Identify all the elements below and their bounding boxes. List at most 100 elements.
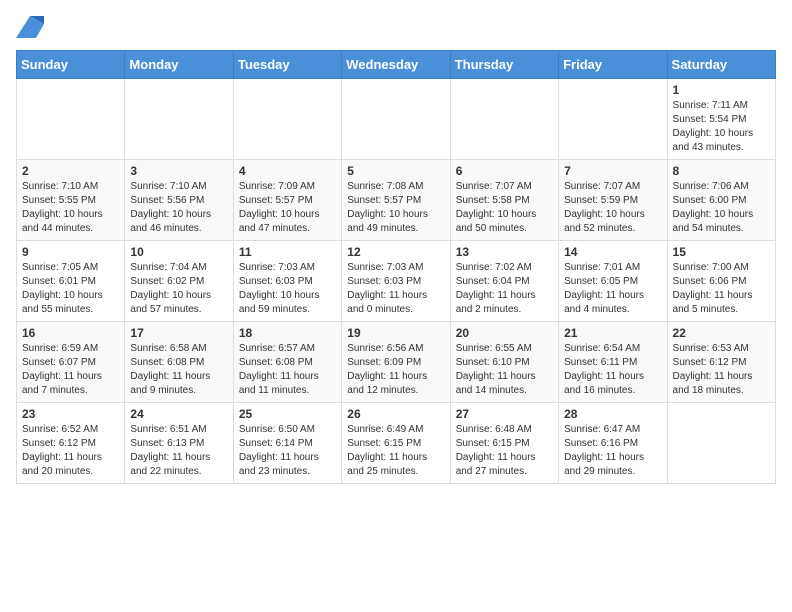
day-number: 27 <box>456 407 553 421</box>
day-info: Sunrise: 7:00 AM Sunset: 6:06 PM Dayligh… <box>673 261 770 317</box>
day-info: Sunrise: 7:11 AM Sunset: 5:54 PM Dayligh… <box>673 99 770 155</box>
day-info: Sunrise: 7:10 AM Sunset: 5:55 PM Dayligh… <box>22 180 119 236</box>
calendar-week-5: 23 Sunrise: 6:52 AM Sunset: 6:12 PM Dayli… <box>17 403 776 484</box>
logo <box>16 16 48 38</box>
day-number: 7 <box>564 164 661 178</box>
calendar-cell: 8 Sunrise: 7:06 AM Sunset: 6:00 PM Daylig… <box>667 160 775 241</box>
day-info: Sunrise: 6:48 AM Sunset: 6:15 PM Dayligh… <box>456 423 553 479</box>
day-number: 23 <box>22 407 119 421</box>
day-info: Sunrise: 7:03 AM Sunset: 6:03 PM Dayligh… <box>239 261 336 317</box>
calendar-cell: 16Sunrise: 6:59 AM Sunset: 6:07 PM Dayli… <box>17 322 125 403</box>
page-header <box>16 16 776 38</box>
calendar-cell <box>342 79 450 160</box>
calendar-cell: 2 Sunrise: 7:10 AM Sunset: 5:55 PM Daylig… <box>17 160 125 241</box>
calendar-cell <box>559 79 667 160</box>
day-number: 13 <box>456 245 553 259</box>
day-number: 20 <box>456 326 553 340</box>
calendar-cell: 15 Sunrise: 7:00 AM Sunset: 6:06 PM Dayli… <box>667 241 775 322</box>
day-info: Sunrise: 7:07 AM Sunset: 5:59 PM Dayligh… <box>564 180 661 236</box>
day-number: 22 <box>673 326 770 340</box>
calendar-week-2: 2 Sunrise: 7:10 AM Sunset: 5:55 PM Daylig… <box>17 160 776 241</box>
calendar-cell <box>17 79 125 160</box>
calendar-week-4: 16Sunrise: 6:59 AM Sunset: 6:07 PM Dayli… <box>17 322 776 403</box>
day-info: Sunrise: 7:01 AM Sunset: 6:05 PM Dayligh… <box>564 261 661 317</box>
day-number: 2 <box>22 164 119 178</box>
logo-icon <box>16 16 44 38</box>
day-number: 3 <box>130 164 227 178</box>
calendar-cell: 26 Sunrise: 6:49 AM Sunset: 6:15 PM Dayli… <box>342 403 450 484</box>
day-info: Sunrise: 6:49 AM Sunset: 6:15 PM Dayligh… <box>347 423 444 479</box>
day-info: Sunrise: 6:51 AM Sunset: 6:13 PM Dayligh… <box>130 423 227 479</box>
day-info: Sunrise: 7:03 AM Sunset: 6:03 PM Dayligh… <box>347 261 444 317</box>
calendar-cell: 24 Sunrise: 6:51 AM Sunset: 6:13 PM Dayli… <box>125 403 233 484</box>
calendar-cell: 20 Sunrise: 6:55 AM Sunset: 6:10 PM Dayli… <box>450 322 558 403</box>
day-number: 25 <box>239 407 336 421</box>
day-info: Sunrise: 6:59 AM Sunset: 6:07 PM Dayligh… <box>22 342 119 398</box>
calendar-cell: 4 Sunrise: 7:09 AM Sunset: 5:57 PM Daylig… <box>233 160 341 241</box>
calendar-week-3: 9 Sunrise: 7:05 AM Sunset: 6:01 PM Daylig… <box>17 241 776 322</box>
calendar-cell: 6 Sunrise: 7:07 AM Sunset: 5:58 PM Daylig… <box>450 160 558 241</box>
day-number: 11 <box>239 245 336 259</box>
day-info: Sunrise: 6:52 AM Sunset: 6:12 PM Dayligh… <box>22 423 119 479</box>
weekday-header-tuesday: Tuesday <box>233 51 341 79</box>
calendar-cell: 5Sunrise: 7:08 AM Sunset: 5:57 PM Daylig… <box>342 160 450 241</box>
day-number: 9 <box>22 245 119 259</box>
calendar-cell <box>125 79 233 160</box>
day-number: 1 <box>673 83 770 97</box>
weekday-header-monday: Monday <box>125 51 233 79</box>
day-number: 6 <box>456 164 553 178</box>
calendar-cell: 13 Sunrise: 7:02 AM Sunset: 6:04 PM Dayli… <box>450 241 558 322</box>
day-info: Sunrise: 7:07 AM Sunset: 5:58 PM Dayligh… <box>456 180 553 236</box>
calendar-cell: 14Sunrise: 7:01 AM Sunset: 6:05 PM Dayli… <box>559 241 667 322</box>
calendar-cell: 10 Sunrise: 7:04 AM Sunset: 6:02 PM Dayli… <box>125 241 233 322</box>
calendar-cell: 1 Sunrise: 7:11 AM Sunset: 5:54 PM Daylig… <box>667 79 775 160</box>
calendar-cell <box>450 79 558 160</box>
calendar-cell: 9 Sunrise: 7:05 AM Sunset: 6:01 PM Daylig… <box>17 241 125 322</box>
day-number: 19 <box>347 326 444 340</box>
day-info: Sunrise: 6:58 AM Sunset: 6:08 PM Dayligh… <box>130 342 227 398</box>
day-info: Sunrise: 6:55 AM Sunset: 6:10 PM Dayligh… <box>456 342 553 398</box>
calendar-table: SundayMondayTuesdayWednesdayThursdayFrid… <box>16 50 776 484</box>
day-info: Sunrise: 7:02 AM Sunset: 6:04 PM Dayligh… <box>456 261 553 317</box>
day-info: Sunrise: 6:53 AM Sunset: 6:12 PM Dayligh… <box>673 342 770 398</box>
day-number: 15 <box>673 245 770 259</box>
day-info: Sunrise: 6:57 AM Sunset: 6:08 PM Dayligh… <box>239 342 336 398</box>
weekday-header-row: SundayMondayTuesdayWednesdayThursdayFrid… <box>17 51 776 79</box>
calendar-cell: 21 Sunrise: 6:54 AM Sunset: 6:11 PM Dayli… <box>559 322 667 403</box>
day-number: 8 <box>673 164 770 178</box>
day-info: Sunrise: 6:54 AM Sunset: 6:11 PM Dayligh… <box>564 342 661 398</box>
weekday-header-sunday: Sunday <box>17 51 125 79</box>
day-info: Sunrise: 6:56 AM Sunset: 6:09 PM Dayligh… <box>347 342 444 398</box>
calendar-cell: 12Sunrise: 7:03 AM Sunset: 6:03 PM Dayli… <box>342 241 450 322</box>
weekday-header-friday: Friday <box>559 51 667 79</box>
day-number: 17 <box>130 326 227 340</box>
day-number: 28 <box>564 407 661 421</box>
calendar-cell: 19 Sunrise: 6:56 AM Sunset: 6:09 PM Dayli… <box>342 322 450 403</box>
calendar-cell: 23 Sunrise: 6:52 AM Sunset: 6:12 PM Dayli… <box>17 403 125 484</box>
weekday-header-wednesday: Wednesday <box>342 51 450 79</box>
calendar-cell: 18Sunrise: 6:57 AM Sunset: 6:08 PM Dayli… <box>233 322 341 403</box>
calendar-cell: 27 Sunrise: 6:48 AM Sunset: 6:15 PM Dayli… <box>450 403 558 484</box>
calendar-cell: 7 Sunrise: 7:07 AM Sunset: 5:59 PM Daylig… <box>559 160 667 241</box>
day-info: Sunrise: 6:50 AM Sunset: 6:14 PM Dayligh… <box>239 423 336 479</box>
day-number: 10 <box>130 245 227 259</box>
day-info: Sunrise: 7:05 AM Sunset: 6:01 PM Dayligh… <box>22 261 119 317</box>
day-info: Sunrise: 7:06 AM Sunset: 6:00 PM Dayligh… <box>673 180 770 236</box>
day-info: Sunrise: 7:04 AM Sunset: 6:02 PM Dayligh… <box>130 261 227 317</box>
calendar-cell: 22 Sunrise: 6:53 AM Sunset: 6:12 PM Dayli… <box>667 322 775 403</box>
calendar-cell: 25 Sunrise: 6:50 AM Sunset: 6:14 PM Dayli… <box>233 403 341 484</box>
day-info: Sunrise: 6:47 AM Sunset: 6:16 PM Dayligh… <box>564 423 661 479</box>
calendar-cell: 17 Sunrise: 6:58 AM Sunset: 6:08 PM Dayli… <box>125 322 233 403</box>
day-number: 24 <box>130 407 227 421</box>
day-number: 26 <box>347 407 444 421</box>
day-info: Sunrise: 7:08 AM Sunset: 5:57 PM Dayligh… <box>347 180 444 236</box>
calendar-cell: 3Sunrise: 7:10 AM Sunset: 5:56 PM Daylig… <box>125 160 233 241</box>
calendar-cell: 28 Sunrise: 6:47 AM Sunset: 6:16 PM Dayli… <box>559 403 667 484</box>
day-number: 4 <box>239 164 336 178</box>
calendar-cell <box>233 79 341 160</box>
day-info: Sunrise: 7:09 AM Sunset: 5:57 PM Dayligh… <box>239 180 336 236</box>
calendar-cell: 11 Sunrise: 7:03 AM Sunset: 6:03 PM Dayli… <box>233 241 341 322</box>
weekday-header-thursday: Thursday <box>450 51 558 79</box>
day-number: 21 <box>564 326 661 340</box>
weekday-header-saturday: Saturday <box>667 51 775 79</box>
